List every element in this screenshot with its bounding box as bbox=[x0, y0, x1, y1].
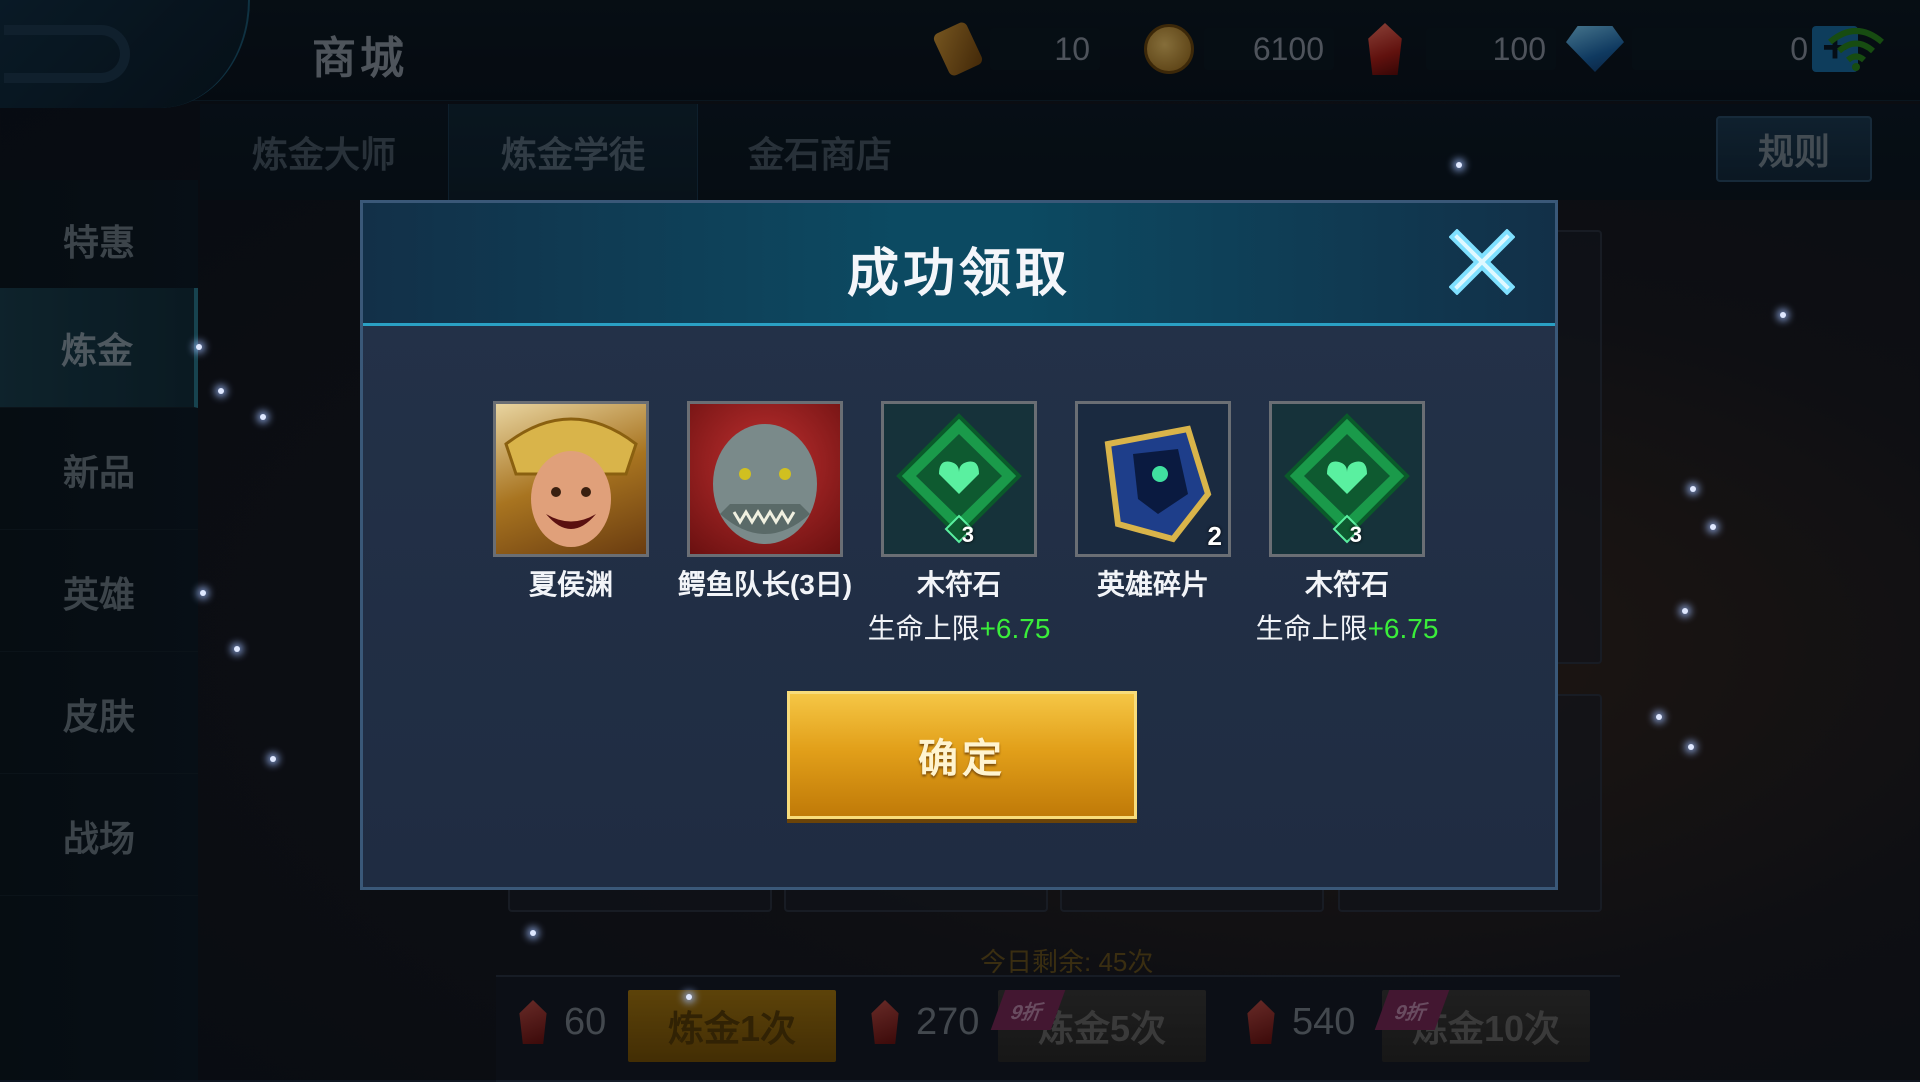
hero-fragment-icon bbox=[1104, 425, 1212, 543]
reward-quantity: 3 bbox=[961, 522, 974, 547]
reward-quantity: 3 bbox=[1349, 522, 1362, 547]
sparkle bbox=[1688, 744, 1694, 750]
sparkle bbox=[260, 414, 266, 420]
confirm-button[interactable]: 确定 bbox=[787, 691, 1137, 819]
sparkle bbox=[686, 994, 692, 1000]
reward-attribute: 生命上限+6.75 bbox=[821, 607, 1097, 647]
sparkle bbox=[1656, 714, 1662, 720]
sparkle bbox=[270, 756, 276, 762]
dialog-header: 成功领取 bbox=[363, 203, 1555, 326]
sparkle bbox=[196, 344, 202, 350]
sparkle bbox=[200, 590, 206, 596]
dialog-title: 成功领取 bbox=[846, 245, 1071, 303]
reward-attribute: 生命上限+6.75 bbox=[1209, 607, 1485, 647]
sparkle bbox=[218, 388, 224, 394]
attribute-bonus: +6.75 bbox=[1367, 613, 1439, 644]
wood-rune-icon bbox=[896, 413, 1022, 544]
reward-frame: 2 bbox=[1075, 401, 1231, 557]
reward-frame bbox=[493, 401, 649, 557]
reward-item[interactable]: 鳄鱼队长(3日) bbox=[678, 401, 852, 603]
sparkle bbox=[530, 930, 536, 936]
reward-item[interactable]: 3 木符石 生命上限+6.75 bbox=[868, 401, 1050, 647]
attribute-label: 生命上限 bbox=[867, 613, 980, 644]
reward-frame: 3 bbox=[881, 401, 1037, 557]
reward-item[interactable]: 2 英雄碎片 bbox=[1075, 401, 1231, 603]
reward-frame: 3 bbox=[1269, 401, 1425, 557]
sparkle bbox=[234, 646, 240, 652]
reward-frame bbox=[687, 401, 843, 557]
wood-rune-icon bbox=[1284, 413, 1410, 544]
reward-item[interactable]: 夏侯渊 bbox=[493, 401, 649, 603]
reward-name: 木符石 bbox=[1304, 569, 1389, 600]
sparkle bbox=[1456, 162, 1462, 168]
sparkle bbox=[1710, 524, 1716, 530]
hero-portrait-icon bbox=[504, 417, 638, 547]
close-icon[interactable] bbox=[1449, 229, 1515, 295]
attribute-bonus: +6.75 bbox=[979, 613, 1051, 644]
crocodile-captain-portrait-icon bbox=[713, 424, 817, 544]
attribute-label: 生命上限 bbox=[1255, 613, 1368, 644]
reward-item[interactable]: 3 木符石 生命上限+6.75 bbox=[1256, 401, 1438, 647]
sparkle bbox=[1682, 608, 1688, 614]
reward-quantity: 2 bbox=[1207, 521, 1222, 551]
reward-dialog: 成功领取 夏侯渊 鳄鱼队长(3日) 3 木符石 生命上限+6.75 2 英雄碎片… bbox=[360, 200, 1558, 890]
sparkle bbox=[1780, 312, 1786, 318]
sparkle bbox=[1690, 486, 1696, 492]
